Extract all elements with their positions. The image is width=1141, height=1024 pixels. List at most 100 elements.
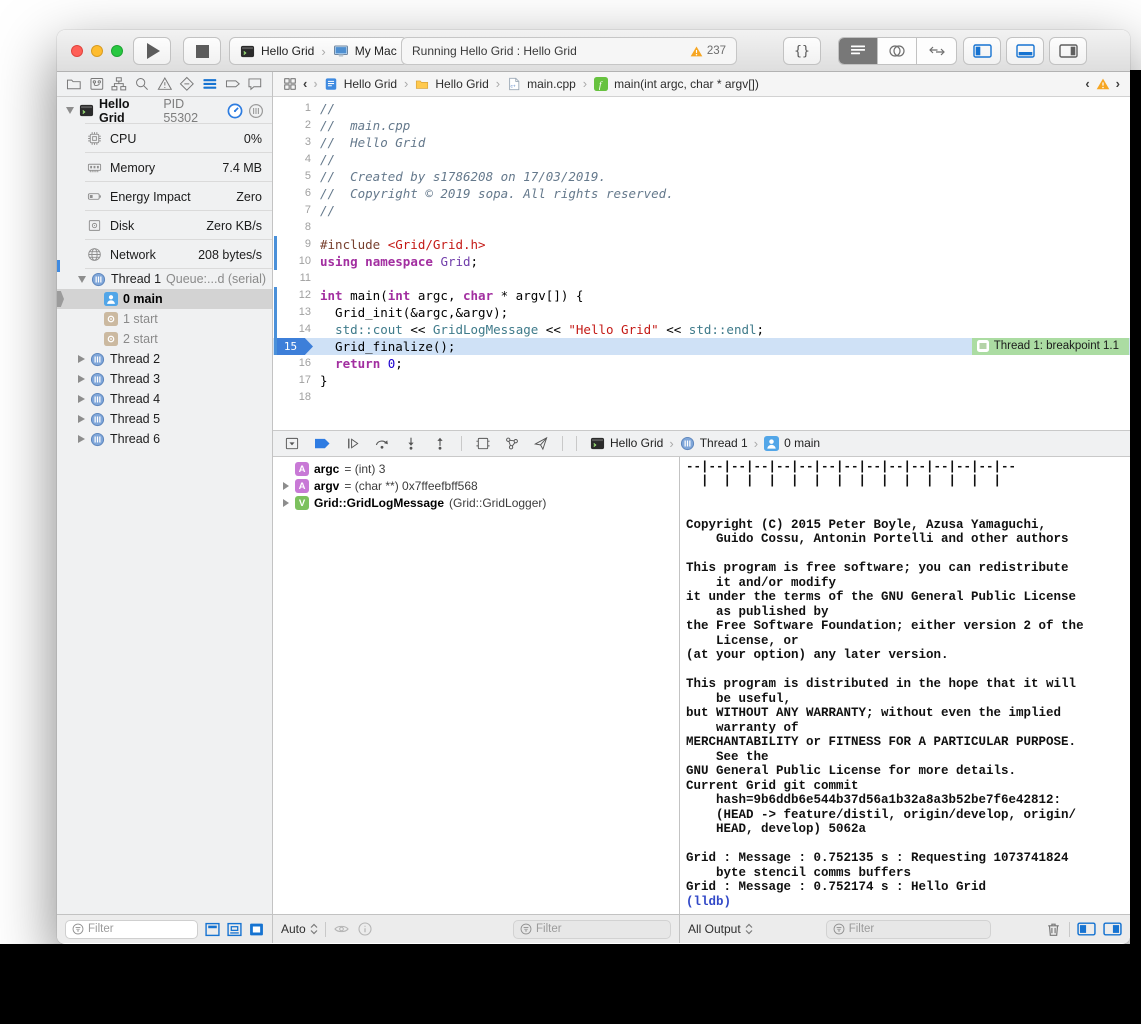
related-items-icon[interactable]	[283, 77, 297, 91]
thread-row[interactable]: Thread 3	[57, 369, 272, 389]
line-number[interactable]: 3	[273, 134, 320, 151]
toggle-console-view-icon[interactable]	[1103, 922, 1122, 936]
process-row[interactable]: Hello Grid PID 55302	[57, 97, 272, 124]
scheme-selector[interactable]: Hello Grid › My Mac	[229, 37, 408, 65]
toggle-debug-area-button[interactable]	[1006, 37, 1044, 65]
line-number[interactable]: 7	[273, 202, 320, 219]
next-issue-button[interactable]: ›	[1116, 76, 1120, 91]
minimize-button[interactable]	[91, 45, 103, 57]
line-number[interactable]: 1	[273, 100, 320, 117]
standard-editor-button[interactable]	[839, 38, 878, 64]
code-text[interactable]	[320, 270, 1130, 287]
code-text[interactable]: using namespace Grid;	[320, 253, 1130, 270]
code-line[interactable]: 6// Copyright © 2019 sopa. All rights re…	[273, 185, 1130, 202]
find-navigator-tab[interactable]	[134, 76, 150, 92]
code-line[interactable]: 18	[273, 389, 1130, 406]
suspend-threads-icon[interactable]	[248, 103, 264, 119]
jumpbar-crumb-file[interactable]: main.cpp	[527, 77, 576, 91]
line-number[interactable]: 4	[273, 151, 320, 168]
line-number[interactable]: 16	[273, 355, 320, 372]
disclosure-right-icon[interactable]	[281, 499, 290, 507]
toggle-variables-view-icon[interactable]	[1077, 922, 1096, 936]
code-line[interactable]: 16 return 0;	[273, 355, 1130, 372]
console-scope-popup[interactable]: All Output	[688, 922, 753, 936]
line-number[interactable]: 6	[273, 185, 320, 202]
code-text[interactable]: int main(int argc, char * argv[]) {	[320, 287, 1130, 304]
simulate-location-icon[interactable]	[533, 436, 549, 451]
assistant-editor-button[interactable]	[878, 38, 917, 64]
code-text[interactable]: // Hello Grid	[320, 134, 1130, 151]
line-number[interactable]: 14	[273, 321, 320, 338]
console-prompt-line[interactable]: (lldb)	[686, 895, 1130, 910]
line-number[interactable]: 5	[273, 168, 320, 185]
activity-viewer[interactable]: Running Hello Grid : Hello Grid 237	[401, 37, 737, 65]
profile-gauge-icon[interactable]	[227, 103, 243, 119]
code-text[interactable]: }	[320, 372, 1130, 389]
thread-row[interactable]: Thread 2	[57, 349, 272, 369]
line-number[interactable]: 9	[273, 236, 320, 253]
stop-button[interactable]	[183, 37, 221, 65]
code-line[interactable]: 2// main.cpp	[273, 117, 1130, 134]
issues-badge[interactable]: 237	[690, 45, 726, 58]
hide-debug-area-icon[interactable]	[284, 436, 300, 451]
code-review-button[interactable]: {}	[783, 37, 821, 65]
step-into-icon[interactable]	[403, 436, 419, 451]
issue-warning-icon[interactable]	[1096, 77, 1110, 91]
variables-filter-field[interactable]	[513, 920, 671, 939]
view-hierarchy-icon[interactable]	[475, 436, 491, 451]
breakpoint-hit-badge[interactable]: Thread 1: breakpoint 1.1	[972, 338, 1129, 355]
code-line[interactable]: 5// Created by s1786208 on 17/03/2019.	[273, 168, 1130, 185]
breakpoints-toggle-icon[interactable]	[313, 436, 332, 451]
variable-row[interactable]: Aargc= (int) 3	[273, 461, 679, 478]
breakpoint-navigator-tab[interactable]	[225, 76, 241, 92]
console-filter-field[interactable]	[826, 920, 991, 939]
version-editor-button[interactable]	[917, 38, 956, 64]
source-editor[interactable]: 1//2// main.cpp3// Hello Grid4//5// Crea…	[273, 97, 1130, 430]
close-button[interactable]	[71, 45, 83, 57]
debug-crumb-process[interactable]: Hello Grid	[610, 436, 663, 450]
jumpbar-crumb-symbol[interactable]: main(int argc, char * argv[])	[614, 77, 759, 91]
symbol-navigator-tab[interactable]	[111, 76, 127, 92]
console-view[interactable]: --|--|--|--|--|--|--|--|--|--|--|--|--|-…	[680, 457, 1130, 914]
line-number[interactable]: 11	[273, 270, 320, 287]
code-text[interactable]: // Created by s1786208 on 17/03/2019.	[320, 168, 1130, 185]
code-line[interactable]: 17}	[273, 372, 1130, 389]
code-text[interactable]: Grid_init(&argc,&argv);	[320, 304, 1130, 321]
console-filter-input[interactable]	[849, 923, 984, 935]
variable-row[interactable]: VGrid::GridLogMessage(Grid::GridLogger)	[273, 495, 679, 512]
line-number[interactable]: 10	[273, 253, 320, 270]
code-line[interactable]: 8	[273, 219, 1130, 236]
filter-view-mode-icon[interactable]	[249, 922, 264, 937]
code-line[interactable]: 11	[273, 270, 1130, 287]
variables-filter-input[interactable]	[536, 923, 664, 935]
code-line[interactable]: 3// Hello Grid	[273, 134, 1130, 151]
line-number[interactable]: 8	[273, 219, 320, 236]
stack-frame-row[interactable]: 0 main	[57, 289, 272, 309]
code-line[interactable]: 1//	[273, 100, 1130, 117]
variable-row[interactable]: Aargv= (char **) 0x7ffeefbff568	[273, 478, 679, 495]
code-line[interactable]: 13 Grid_init(&argc,&argv);	[273, 304, 1130, 321]
thread-row[interactable]: Thread 4	[57, 389, 272, 409]
disclosure-right-icon[interactable]	[281, 482, 290, 490]
code-text[interactable]: #include <Grid/Grid.h>	[320, 236, 1130, 253]
line-number[interactable]: 18	[273, 389, 320, 406]
code-text[interactable]: //	[320, 202, 1130, 219]
stack-frame-row[interactable]: 2 start	[57, 329, 272, 349]
filter-crashed-threads-icon[interactable]	[227, 922, 242, 937]
disclosure-right-icon[interactable]	[78, 355, 85, 363]
code-text[interactable]: // Copyright © 2019 sopa. All rights res…	[320, 185, 1130, 202]
code-text[interactable]: std::cout << GridLogMessage << "Hello Gr…	[320, 321, 1130, 338]
debug-crumb-thread[interactable]: Thread 1	[700, 436, 748, 450]
code-line[interactable]: 4//	[273, 151, 1130, 168]
continue-icon[interactable]	[345, 436, 361, 451]
disclosure-down-icon[interactable]	[66, 107, 74, 114]
gauge-row-memory[interactable]: Memory7.4 MB	[57, 153, 272, 182]
code-line[interactable]: 12int main(int argc, char * argv[]) {	[273, 287, 1130, 304]
disclosure-down-icon[interactable]	[78, 276, 86, 283]
thread-row[interactable]: Thread 6	[57, 429, 272, 449]
gauge-row-energy-impact[interactable]: Energy ImpactZero	[57, 182, 272, 211]
gauge-row-disk[interactable]: DiskZero KB/s	[57, 211, 272, 240]
variables-scope-popup[interactable]: Auto	[281, 922, 318, 936]
disclosure-right-icon[interactable]	[78, 375, 85, 383]
line-number[interactable]: 13	[273, 304, 320, 321]
